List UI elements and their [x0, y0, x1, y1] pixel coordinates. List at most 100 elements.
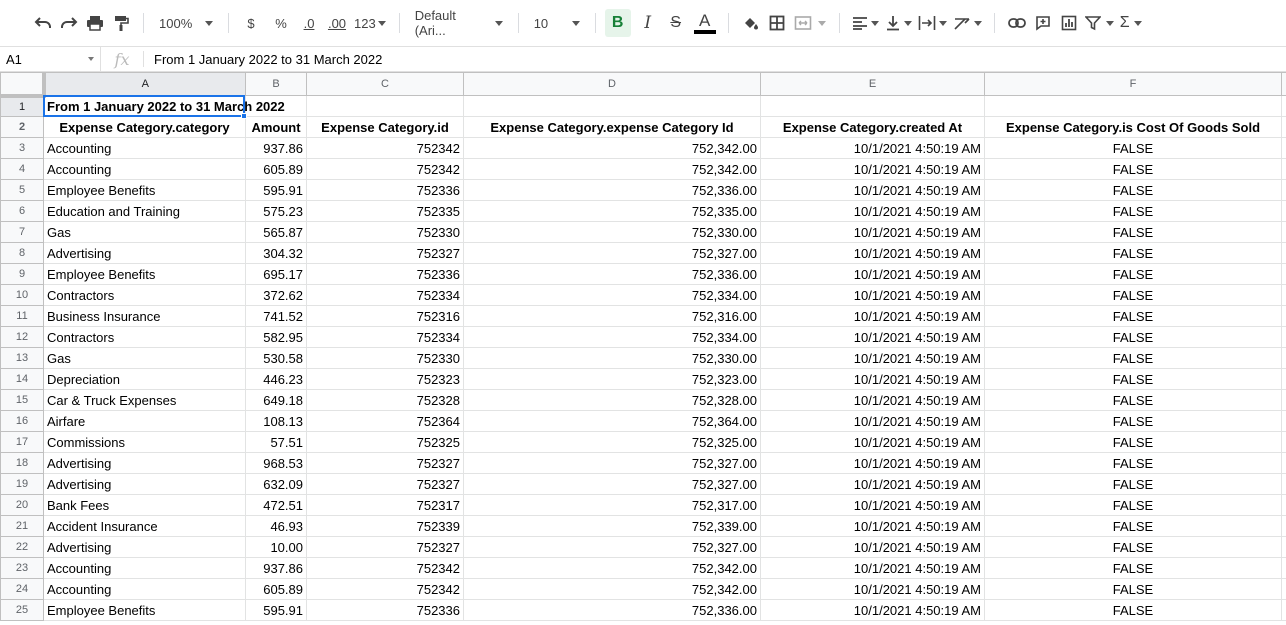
row-header[interactable]: 8	[0, 242, 44, 264]
filter-select[interactable]	[1082, 9, 1117, 37]
row-header[interactable]: 23	[0, 557, 44, 579]
created-at-cell[interactable]: 10/1/2021 4:50:19 AM	[760, 473, 985, 495]
id-cell[interactable]: 752342	[306, 137, 464, 159]
currency-format-button[interactable]: $	[238, 9, 264, 37]
amount-cell[interactable]: 57.51	[245, 431, 307, 453]
cogs-cell[interactable]: FALSE	[984, 263, 1282, 285]
text-color-button[interactable]: A	[691, 9, 719, 37]
id-cell[interactable]: 752327	[306, 242, 464, 264]
amount-cell[interactable]: 304.32	[245, 242, 307, 264]
row-header[interactable]: 3	[0, 137, 44, 159]
id-cell[interactable]: 752316	[306, 305, 464, 327]
row-header[interactable]: 20	[0, 494, 44, 516]
amount-cell[interactable]: 695.17	[245, 263, 307, 285]
created-at-cell[interactable]: 10/1/2021 4:50:19 AM	[760, 263, 985, 285]
created-at-cell[interactable]: 10/1/2021 4:50:19 AM	[760, 221, 985, 243]
created-at-cell[interactable]: 10/1/2021 4:50:19 AM	[760, 179, 985, 201]
category-cell[interactable]: Commissions	[43, 431, 246, 453]
category-cell[interactable]: Employee Benefits	[43, 179, 246, 201]
created-at-cell[interactable]: 10/1/2021 4:50:19 AM	[760, 200, 985, 222]
cogs-cell[interactable]: FALSE	[984, 389, 1282, 411]
expense-category-id-cell[interactable]: 752,330.00	[463, 347, 761, 369]
created-at-cell[interactable]: 10/1/2021 4:50:19 AM	[760, 284, 985, 306]
created-at-cell[interactable]: 10/1/2021 4:50:19 AM	[760, 368, 985, 390]
column-header-g[interactable]	[1281, 72, 1286, 96]
column-title-category[interactable]: Expense Category.category	[43, 116, 246, 138]
row-header[interactable]: 15	[0, 389, 44, 411]
expense-category-id-cell[interactable]: 752,342.00	[463, 578, 761, 600]
id-cell[interactable]: 752334	[306, 284, 464, 306]
cogs-cell[interactable]: FALSE	[984, 599, 1282, 621]
font-family-select[interactable]: Default (Ari...	[409, 8, 509, 38]
column-title-amount[interactable]: Amount	[245, 116, 307, 138]
id-cell[interactable]: 752336	[306, 599, 464, 621]
amount-cell[interactable]: 10.00	[245, 536, 307, 558]
expense-category-id-cell[interactable]: 752,327.00	[463, 242, 761, 264]
cogs-cell[interactable]: FALSE	[984, 179, 1282, 201]
row-header[interactable]: 18	[0, 452, 44, 474]
table-cell[interactable]	[1281, 473, 1286, 495]
table-cell[interactable]	[1281, 305, 1286, 327]
amount-cell[interactable]: 741.52	[245, 305, 307, 327]
percent-format-button[interactable]: %	[268, 9, 294, 37]
created-at-cell[interactable]: 10/1/2021 4:50:19 AM	[760, 515, 985, 537]
table-cell[interactable]	[1281, 326, 1286, 348]
table-cell[interactable]	[306, 95, 464, 117]
table-cell[interactable]	[1281, 179, 1286, 201]
created-at-cell[interactable]: 10/1/2021 4:50:19 AM	[760, 137, 985, 159]
insert-chart-icon[interactable]	[1056, 9, 1082, 37]
category-cell[interactable]: Accounting	[43, 158, 246, 180]
cogs-cell[interactable]: FALSE	[984, 452, 1282, 474]
expense-category-id-cell[interactable]: 752,330.00	[463, 221, 761, 243]
table-cell[interactable]	[1281, 284, 1286, 306]
table-cell[interactable]	[1281, 242, 1286, 264]
created-at-cell[interactable]: 10/1/2021 4:50:19 AM	[760, 578, 985, 600]
amount-cell[interactable]: 649.18	[245, 389, 307, 411]
table-cell[interactable]	[1281, 347, 1286, 369]
row-header[interactable]: 1	[0, 95, 44, 117]
row-header[interactable]: 17	[0, 431, 44, 453]
decrease-decimals-button[interactable]: .0	[296, 9, 322, 37]
table-cell[interactable]	[1281, 263, 1286, 285]
table-cell[interactable]	[1281, 410, 1286, 432]
category-cell[interactable]: Accounting	[43, 557, 246, 579]
id-cell[interactable]: 752330	[306, 221, 464, 243]
row-header[interactable]: 13	[0, 347, 44, 369]
column-header-a[interactable]: A	[43, 72, 246, 96]
expense-category-id-cell[interactable]: 752,336.00	[463, 263, 761, 285]
amount-cell[interactable]: 46.93	[245, 515, 307, 537]
table-cell[interactable]	[1281, 452, 1286, 474]
vertical-align-select[interactable]	[882, 9, 915, 37]
column-title-expense-category-id[interactable]: Expense Category.expense Category Id	[463, 116, 761, 138]
row-header[interactable]: 11	[0, 305, 44, 327]
amount-cell[interactable]: 595.91	[245, 179, 307, 201]
zoom-select[interactable]: 100%	[153, 9, 219, 37]
cogs-cell[interactable]: FALSE	[984, 368, 1282, 390]
horizontal-align-select[interactable]	[849, 9, 882, 37]
amount-cell[interactable]: 582.95	[245, 326, 307, 348]
cogs-cell[interactable]: FALSE	[984, 284, 1282, 306]
id-cell[interactable]: 752336	[306, 179, 464, 201]
expense-category-id-cell[interactable]: 752,334.00	[463, 326, 761, 348]
category-cell[interactable]: Advertising	[43, 536, 246, 558]
amount-cell[interactable]: 446.23	[245, 368, 307, 390]
category-cell[interactable]: Employee Benefits	[43, 599, 246, 621]
category-cell[interactable]: Car & Truck Expenses	[43, 389, 246, 411]
category-cell[interactable]: Depreciation	[43, 368, 246, 390]
amount-cell[interactable]: 937.86	[245, 137, 307, 159]
print-icon[interactable]	[82, 9, 108, 37]
table-cell[interactable]	[1281, 158, 1286, 180]
table-cell[interactable]	[1281, 389, 1286, 411]
category-cell[interactable]: Advertising	[43, 452, 246, 474]
amount-cell[interactable]: 632.09	[245, 473, 307, 495]
expense-category-id-cell[interactable]: 752,339.00	[463, 515, 761, 537]
id-cell[interactable]: 752364	[306, 410, 464, 432]
expense-category-id-cell[interactable]: 752,336.00	[463, 599, 761, 621]
select-all-corner[interactable]	[0, 72, 46, 98]
column-title-cost-of-goods-sold[interactable]: Expense Category.is Cost Of Goods Sold	[984, 116, 1282, 138]
category-cell[interactable]: Employee Benefits	[43, 263, 246, 285]
id-cell[interactable]: 752327	[306, 473, 464, 495]
row-header[interactable]: 21	[0, 515, 44, 537]
id-cell[interactable]: 752317	[306, 494, 464, 516]
row-header[interactable]: 4	[0, 158, 44, 180]
